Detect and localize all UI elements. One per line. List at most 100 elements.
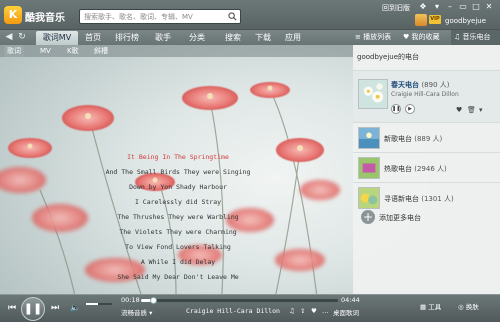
gamepad-icon: ◎ (458, 303, 464, 311)
radio-icon: ♫ (454, 33, 461, 41)
search-box[interactable] (79, 9, 241, 24)
station-name: 新歌电台 (889 人) (384, 134, 442, 144)
skin-button[interactable]: ◎ 换肤 (458, 301, 479, 311)
right-panel-tabs: ≡ 播放列表 ♥ 我的收藏 ♫ 音乐电台 (353, 30, 500, 45)
lyrics-subtabs: 歌词 MV K歌 斜槽 (0, 45, 353, 57)
pause-button[interactable]: ❚❚ (21, 297, 45, 321)
tab-playlist-label: 播放列表 (363, 33, 392, 41)
total-time: 04:44 (341, 296, 360, 304)
radio-station[interactable]: 新歌电台 (889 人) (353, 122, 500, 152)
station-listener-count: (890 人) (421, 81, 450, 89)
volume-slider[interactable] (86, 303, 112, 305)
tab-charts[interactable]: 排行榜 (110, 31, 144, 45)
desktop-lyrics-button[interactable]: 桌面歌词 (333, 307, 359, 317)
station-listener-count: (889 人) (414, 135, 443, 143)
chevron-down-icon: ▾ (149, 309, 153, 317)
maximize-icon[interactable]: □ (471, 2, 481, 12)
lyrics-icon[interactable]: ♫ (289, 307, 295, 315)
add-more-label: 添加更多电台 (379, 214, 421, 222)
lyric-line[interactable]: To View Fond Lovers Talking (60, 240, 296, 255)
tab-search[interactable]: 搜索 (220, 31, 246, 45)
lyric-line[interactable]: Down by Yon Shady Harbour (60, 180, 296, 195)
station-more-icon[interactable]: ▾ (479, 106, 483, 114)
mini-mode-icon[interactable]: ▭ (458, 2, 468, 12)
lyric-line[interactable]: And The Small Birds They were Singing (60, 165, 296, 180)
station-cover (358, 187, 380, 209)
main-nav: ◀ ↻ 歌词MV 首页 排行榜 歌手 分类 搜索 下载 应用 (0, 30, 353, 45)
minimize-icon[interactable]: – (445, 2, 455, 12)
favorite-icon[interactable]: ♥ (311, 307, 317, 315)
tools-icon: ▦ (420, 303, 427, 311)
menu-icon[interactable]: ▾ (432, 2, 442, 12)
tab-lyrics-mv[interactable]: 歌词MV (36, 31, 78, 45)
search-input[interactable] (80, 10, 220, 23)
lyric-line[interactable]: The Violets They were Charming (60, 225, 296, 240)
lyric-line[interactable]: I Carelessly did Stray (60, 195, 296, 210)
list-icon: ≡ (355, 33, 361, 41)
station-next-icon[interactable]: ▶ (405, 104, 415, 114)
station-name-text: 寻语新电台 (384, 195, 419, 203)
username[interactable]: goodbyejue (445, 17, 486, 25)
tools-label: 工具 (428, 303, 442, 311)
radio-station-playing[interactable]: 春天电台 (890 人) Craigie Hill-Cara Dillon ❚❚… (353, 70, 500, 122)
volume-icon[interactable]: 🔈 (69, 302, 81, 314)
my-radio-title: goodbyejue的电台 (357, 53, 420, 61)
tab-playlist[interactable]: ≡ 播放列表 (355, 30, 401, 45)
quality-selector[interactable]: 流畅音质 ▾ (121, 307, 152, 317)
lyric-line-current[interactable]: It Being In The Springtime (60, 150, 296, 165)
user-avatar[interactable] (415, 14, 427, 26)
vip-badge: VIP (429, 15, 441, 24)
station-pause-icon[interactable]: ❚❚ (391, 104, 401, 114)
station-name-text: 热歌电台 (384, 165, 412, 173)
subtab-lyrics[interactable]: 歌词 (4, 45, 24, 57)
station-delete-icon[interactable]: 🗑 (467, 106, 476, 114)
now-playing-title: Craigie Hill-Cara Dillon (186, 307, 280, 315)
tab-downloads[interactable]: 下载 (250, 31, 276, 45)
tab-categories[interactable]: 分类 (184, 31, 210, 45)
right-panel: ≡ 播放列表 ♥ 我的收藏 ♫ 音乐电台 goodbyejue的电台 春天电台 … (353, 30, 500, 294)
lyric-line[interactable]: She Said My Dear Don't Leave Me (60, 270, 296, 285)
tools-button[interactable]: ▦ 工具 (420, 301, 441, 311)
station-cover (358, 157, 380, 179)
progress-bar[interactable] (141, 297, 338, 304)
back-arrow-icon[interactable]: ◀ (3, 32, 15, 43)
subtab-karaoke[interactable]: K歌 (67, 45, 79, 57)
lyric-line[interactable]: A While I did Delay (60, 255, 296, 270)
close-icon[interactable]: ✕ (484, 2, 494, 12)
elapsed-time: 00:18 (121, 296, 140, 304)
tab-artists[interactable]: 歌手 (150, 31, 176, 45)
volume-fill (86, 303, 98, 305)
app-title: 酷我音乐 (25, 13, 65, 24)
tab-radio-label: 音乐电台 (462, 33, 491, 41)
skin-icon[interactable]: ❖ (418, 2, 428, 12)
add-more-stations-button[interactable]: + 添加更多电台 (353, 208, 500, 228)
lyric-line[interactable]: The Thrushes They were Warbling (60, 210, 296, 225)
station-name-text: 新歌电台 (384, 135, 412, 143)
tab-radio[interactable]: ♫ 音乐电台 (451, 30, 500, 45)
plus-icon: + (361, 210, 375, 224)
share-icon[interactable]: ⇪ (300, 307, 305, 315)
search-icon[interactable] (228, 12, 237, 21)
quality-label: 流畅音质 (121, 309, 147, 317)
progress-handle[interactable] (150, 297, 158, 304)
tab-home[interactable]: 首页 (80, 31, 106, 45)
refresh-icon[interactable]: ↻ (16, 32, 28, 43)
station-listener-count: (1301 人) (421, 195, 454, 203)
back-to-old-version-link[interactable]: 回到旧版 (382, 3, 410, 13)
station-name: 春天电台 (890 人) (391, 80, 450, 90)
station-like-icon[interactable]: ♥ (456, 106, 462, 114)
station-cover (358, 79, 388, 109)
station-name-text: 春天电台 (391, 81, 419, 89)
tab-favorites[interactable]: ♥ 我的收藏 (403, 30, 449, 45)
app-logo: K (4, 6, 22, 24)
station-name: 热歌电台 (2946 人) (384, 164, 447, 174)
subtab-mv[interactable]: MV (40, 45, 51, 57)
subtab-other[interactable]: 斜槽 (94, 45, 108, 57)
player-bar: ⏮ ❚❚ ⏭ 🔈 00:18 04:44 流畅音质 ▾ Craigie Hill… (0, 294, 500, 322)
next-icon[interactable]: ⏭ (48, 301, 62, 315)
tab-apps[interactable]: 应用 (280, 31, 306, 45)
more-icon[interactable]: … (322, 307, 329, 315)
previous-icon[interactable]: ⏮ (5, 301, 19, 315)
radio-station[interactable]: 热歌电台 (2946 人) (353, 152, 500, 182)
station-now-playing: Craigie Hill-Cara Dillon (391, 91, 459, 98)
